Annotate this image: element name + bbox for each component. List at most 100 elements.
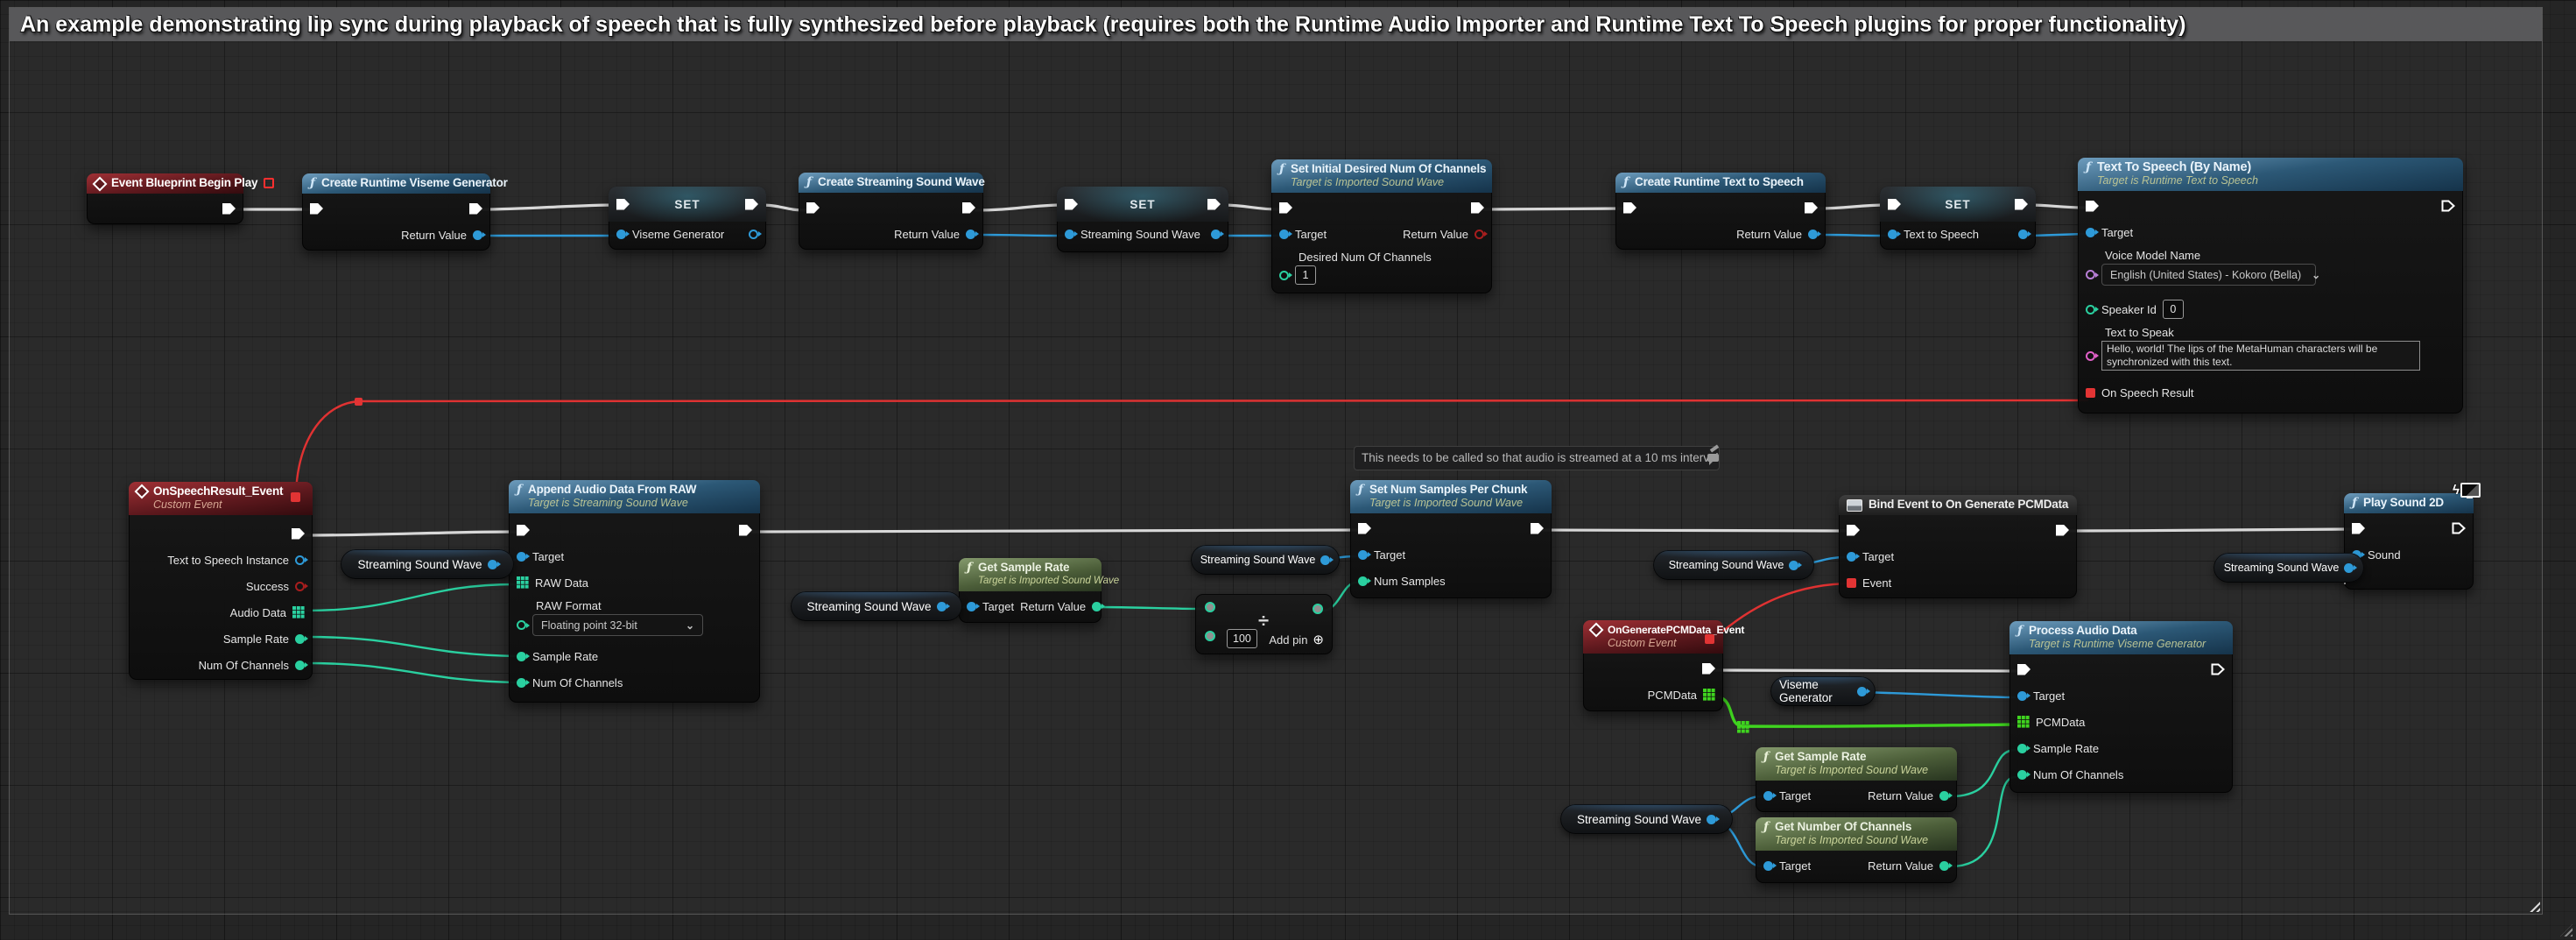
return-value-pin[interactable]	[1092, 602, 1101, 611]
streaming-sound-wave-in-pin[interactable]	[1065, 230, 1074, 239]
exec-out-pin[interactable]	[292, 528, 305, 540]
exec-in-pin[interactable]	[1847, 525, 1860, 536]
target-pin[interactable]	[1279, 230, 1289, 239]
exec-out-pin[interactable]	[2452, 522, 2466, 534]
node-set-initial-desired-num-of-channels[interactable]: ƒ Set Initial Desired Num Of Channels Ta…	[1271, 159, 1492, 293]
return-value-pin[interactable]	[1808, 230, 1818, 239]
viseme-generator-in-pin[interactable]	[616, 230, 626, 239]
divide-b-input[interactable]: 100	[1227, 629, 1257, 648]
node-bind-event-to-on-generate-pcmdata[interactable]: Bind Event to On Generate PCMData Target…	[1839, 495, 2077, 598]
success-pin[interactable]	[295, 582, 305, 591]
audio-data-pin[interactable]	[292, 606, 305, 618]
num-of-channels-pin[interactable]	[517, 678, 526, 688]
output-pin[interactable]	[1789, 561, 1798, 570]
target-pin[interactable]	[967, 602, 976, 611]
delegate-output-pin[interactable]	[291, 492, 300, 502]
variable-get-streaming-sound-wave[interactable]: Streaming Sound Wave	[1560, 804, 1733, 834]
output-pin[interactable]	[1707, 815, 1716, 824]
exec-out-pin[interactable]	[222, 203, 236, 215]
text-to-speech-instance-pin[interactable]	[295, 555, 305, 565]
return-value-pin[interactable]	[1939, 791, 1949, 801]
delegate-output-pin[interactable]	[264, 178, 274, 188]
blueprint-canvas[interactable]: { "comment": { "title": "An example demo…	[0, 0, 2576, 940]
target-pin[interactable]	[2017, 691, 2027, 701]
node-text-to-speech-by-name[interactable]: ƒ Text To Speech (By Name) Target is Run…	[2078, 158, 2463, 413]
node-get-sample-rate-bottom[interactable]: ƒ Get Sample Rate Target is Imported Sou…	[1756, 747, 1957, 812]
text-to-speech-in-pin[interactable]	[1888, 230, 1897, 239]
exec-in-pin[interactable]	[1065, 199, 1078, 210]
node-play-sound-2d[interactable]: ϟ ƒ Play Sound 2D Sound	[2344, 493, 2474, 590]
exec-out-pin[interactable]	[962, 202, 975, 214]
output-pin[interactable]	[937, 602, 947, 611]
target-pin[interactable]	[1763, 861, 1773, 871]
exec-out-pin[interactable]	[2441, 200, 2455, 212]
node-on-generate-pcmdata-event[interactable]: OnGeneratePCMData_Event Custom Event PCM…	[1583, 620, 1723, 711]
num-of-channels-pin[interactable]	[295, 661, 305, 670]
raw-format-pin[interactable]	[517, 620, 526, 630]
output-pin[interactable]	[1320, 555, 1330, 565]
node-create-runtime-viseme-generator[interactable]: ƒ Create Runtime Viseme Generator Return…	[302, 173, 490, 251]
node-set-streaming-sound-wave[interactable]: SET Streaming Sound Wave	[1057, 187, 1228, 252]
exec-in-pin[interactable]	[1888, 199, 1901, 210]
return-value-pin[interactable]	[473, 230, 482, 240]
variable-get-viseme-generator[interactable]: Viseme Generator	[1770, 676, 1876, 706]
sample-rate-pin[interactable]	[295, 634, 305, 644]
desired-num-of-channels-input[interactable]: 1	[1295, 265, 1316, 285]
desired-num-of-channels-pin[interactable]	[1279, 271, 1289, 280]
node-append-audio-data-from-raw[interactable]: ƒ Append Audio Data From RAW Target is S…	[509, 480, 760, 703]
variable-get-streaming-sound-wave[interactable]: Streaming Sound Wave	[791, 591, 962, 621]
target-pin[interactable]	[2086, 228, 2095, 237]
on-speech-result-pin[interactable]	[2086, 388, 2095, 398]
streaming-sound-wave-out-pin[interactable]	[1211, 230, 1221, 239]
speaker-id-pin[interactable]	[2086, 305, 2095, 315]
divide-output-pin[interactable]	[1313, 604, 1323, 614]
exec-in-pin[interactable]	[1623, 202, 1636, 214]
raw-data-pin[interactable]	[517, 576, 529, 589]
viseme-generator-out-pin[interactable]	[749, 230, 758, 239]
exec-out-pin[interactable]	[745, 199, 758, 210]
event-pin[interactable]	[1847, 578, 1856, 588]
target-pin[interactable]	[1847, 552, 1856, 562]
divide-input-a-pin[interactable]	[1205, 602, 1215, 612]
output-pin[interactable]	[1857, 687, 1867, 696]
exec-out-pin[interactable]	[1531, 523, 1544, 534]
node-on-speech-result-event[interactable]: OnSpeechResult_Event Custom Event Text t…	[129, 482, 313, 680]
text-to-speak-input[interactable]: Hello, world! The lips of the MetaHuman …	[2101, 341, 2420, 371]
exec-out-pin[interactable]	[2056, 525, 2069, 536]
comment-bubble-icons[interactable]	[1707, 445, 1721, 471]
exec-in-pin[interactable]	[1279, 202, 1292, 214]
reroute-node[interactable]	[355, 398, 362, 406]
node-set-text-to-speech[interactable]: SET Text to Speech	[1880, 187, 2036, 250]
exec-in-pin[interactable]	[616, 199, 630, 210]
target-pin[interactable]	[1358, 550, 1368, 560]
return-value-pin[interactable]	[966, 230, 975, 239]
text-to-speak-pin[interactable]	[2086, 351, 2095, 361]
exec-in-pin[interactable]	[2352, 523, 2365, 534]
exec-in-pin[interactable]	[2086, 201, 2099, 212]
sample-rate-pin[interactable]	[517, 652, 526, 661]
variable-get-streaming-sound-wave[interactable]: Streaming Sound Wave	[1191, 545, 1340, 575]
exec-in-pin[interactable]	[1358, 523, 1371, 534]
exec-out-pin[interactable]	[1207, 199, 1221, 210]
target-pin[interactable]	[517, 552, 526, 562]
variable-get-streaming-sound-wave[interactable]: Streaming Sound Wave	[2214, 553, 2364, 583]
pcmdata-pin[interactable]	[1703, 689, 1715, 701]
node-process-audio-data[interactable]: ƒ Process Audio Data Target is Runtime V…	[2009, 621, 2233, 793]
node-create-streaming-sound-wave[interactable]: ƒ Create Streaming Sound Wave Return Val…	[799, 173, 983, 250]
exec-out-pin[interactable]	[2211, 663, 2225, 675]
exec-out-pin[interactable]	[2015, 199, 2028, 210]
text-to-speech-out-pin[interactable]	[2018, 230, 2028, 239]
exec-out-pin[interactable]	[1471, 202, 1484, 214]
add-pin-button[interactable]: Add pin ⊕	[1269, 632, 1324, 647]
node-set-viseme-generator[interactable]: SET Viseme Generator	[609, 187, 766, 250]
node-event-begin-play[interactable]: Event Blueprint Begin Play	[87, 173, 243, 224]
exec-out-pin[interactable]	[739, 525, 752, 536]
voice-model-name-pin[interactable]	[2086, 270, 2095, 279]
exec-out-pin[interactable]	[1702, 663, 1715, 675]
target-pin[interactable]	[1763, 791, 1773, 801]
speaker-id-input[interactable]: 0	[2163, 300, 2184, 319]
node-divide[interactable]: 100 ÷ Add pin ⊕	[1195, 594, 1333, 654]
exec-in-pin[interactable]	[310, 203, 323, 215]
exec-in-pin[interactable]	[806, 202, 820, 214]
num-of-channels-pin[interactable]	[2017, 770, 2027, 780]
